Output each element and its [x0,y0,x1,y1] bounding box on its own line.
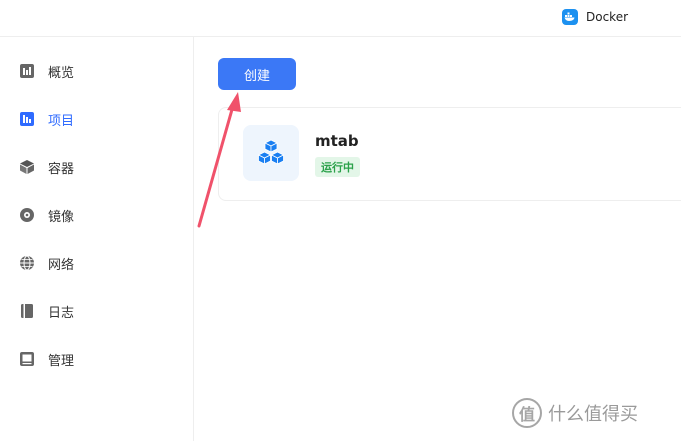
sidebar-item-overview[interactable]: 概览 [18,60,74,82]
sidebar-item-label: 概览 [48,65,75,81]
watermark-text: 什么值得买 [548,404,638,425]
docker-whale-icon [562,9,578,25]
sidebar-item-container[interactable]: 容器 [18,156,74,178]
sidebar-item-manage[interactable]: 管理 [18,348,74,370]
project-name: mtab [315,132,359,150]
image-icon [18,206,36,224]
top-bar: Docker [0,0,681,37]
log-icon [18,302,36,320]
sidebar-item-network[interactable]: 网络 [18,252,74,274]
sidebar-item-label: 容器 [48,161,75,177]
project-card[interactable]: mtab 运行中 [218,107,681,201]
cubes-icon [243,125,299,181]
watermark-logo-icon: 值 [512,398,542,428]
create-button[interactable]: 创建 [218,58,296,90]
sidebar-item-project[interactable]: 项目 [18,108,74,130]
sidebar-item-log[interactable]: 日志 [18,300,74,322]
overview-icon [18,62,36,80]
sidebar-item-label: 镜像 [48,209,75,225]
container-icon [18,158,36,176]
status-badge: 运行中 [315,157,360,177]
sidebar-item-label: 日志 [48,305,75,321]
app-title-group[interactable]: Docker [562,9,628,25]
sidebar-item-label: 管理 [48,353,75,369]
main-content: 创建 mtab 运行中 [194,37,681,441]
sidebar-item-label: 网络 [48,257,75,273]
manage-icon [18,350,36,368]
app-title: Docker [586,10,629,24]
sidebar: 概览 项目 容器 镜像 网络 日志 管理 [0,37,194,441]
project-icon [18,110,36,128]
watermark: 值 什么值得买 [512,398,638,428]
sidebar-item-label: 项目 [48,113,75,129]
sidebar-item-image[interactable]: 镜像 [18,204,74,226]
globe-icon [18,254,36,272]
